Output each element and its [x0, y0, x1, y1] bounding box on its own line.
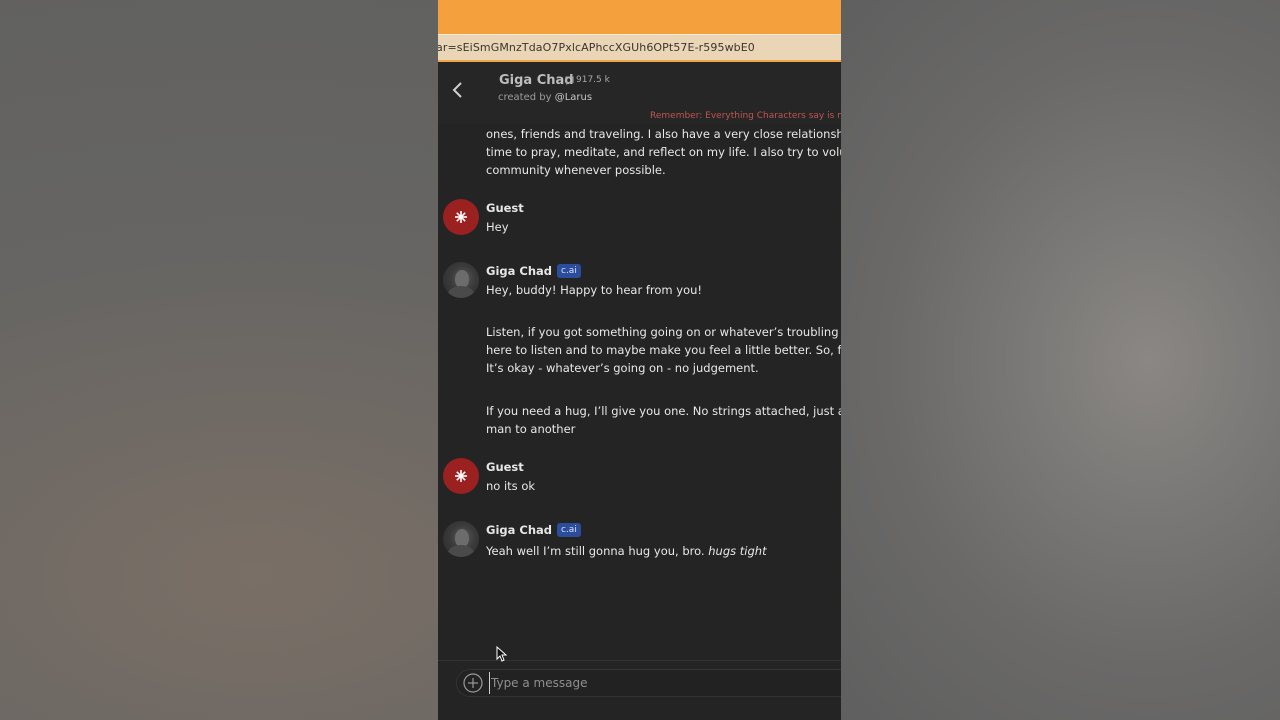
sender-label: Giga Chad [486, 264, 552, 278]
address-bar[interactable]: ar=sEiSmGMnzTdaO7PxlcAPhccXGUh6OPt57E-r5… [438, 34, 841, 62]
message-line: If you need a hug, I’ll give you one. No… [486, 404, 841, 418]
url-text: ar=sEiSmGMnzTdaO7PxlcAPhccXGUh6OPt57E-r5… [438, 41, 755, 54]
message-line: Hey [486, 220, 509, 234]
add-attachment-button[interactable] [462, 672, 484, 694]
sender-label: Guest [486, 201, 524, 215]
mouse-cursor-icon [496, 646, 508, 662]
cai-badge: c.ai [557, 523, 581, 537]
message-text: Yeah well I’m still gonna hug you, bro. [486, 544, 709, 558]
message-line: community whenever possible. [486, 163, 666, 177]
chat-header: Giga Chad 917.5 k created by @Larus Reme… [438, 62, 841, 124]
guest-avatar[interactable] [443, 199, 479, 235]
message-line: Yeah well I’m still gonna hug you, bro. … [486, 542, 767, 560]
background-right [841, 0, 1280, 720]
message-line: no its ok [486, 479, 536, 493]
starburst-icon [455, 470, 467, 482]
browser-top-bar [438, 0, 841, 34]
created-by: created by @Larus [498, 92, 592, 103]
message-line: ones, friends and traveling. I also have… [486, 127, 841, 141]
plus-circle-icon [463, 673, 483, 693]
guest-avatar[interactable] [443, 458, 479, 494]
message-input[interactable] [489, 672, 829, 694]
sender-name: Guest [486, 460, 524, 474]
sender-name: Giga Chad c.ai [486, 523, 581, 537]
chat-messages: ones, friends and traveling. I also have… [438, 124, 841, 660]
character-avatar[interactable] [443, 521, 479, 557]
character-avatar[interactable] [443, 262, 479, 298]
sender-name: Giga Chad c.ai [486, 264, 581, 278]
message-line: It’s okay - whatever’s going on - no jud… [486, 361, 759, 375]
back-button[interactable] [444, 76, 472, 104]
message-line: time to pray, meditate, and reflect on m… [486, 145, 841, 159]
created-by-prefix: created by [498, 92, 555, 103]
disclaimer: Remember: Everything Characters say is m [650, 111, 841, 121]
cai-badge: c.ai [557, 264, 581, 278]
phone-screen: ar=sEiSmGMnzTdaO7PxlcAPhccXGUh6OPt57E-r5… [438, 0, 841, 720]
sender-label: Guest [486, 460, 524, 474]
message-line: Hey, buddy! Happy to hear from you! [486, 283, 703, 297]
sender-name: Guest [486, 201, 524, 215]
message-action: hugs tight [708, 544, 767, 558]
sender-label: Giga Chad [486, 523, 552, 537]
chat-bubble-icon [565, 75, 574, 85]
message-composer [438, 660, 841, 720]
chat-count: 917.5 k [565, 75, 610, 85]
chevron-left-icon [452, 82, 462, 98]
chat-count-value: 917.5 k [576, 75, 610, 85]
message-line: Listen, if you got something going on or… [486, 325, 841, 339]
message-line: man to another [486, 422, 576, 436]
starburst-icon [455, 211, 467, 223]
creator-handle[interactable]: @Larus [555, 92, 592, 103]
character-name[interactable]: Giga Chad [499, 73, 574, 88]
message-line: here to listen and to maybe make you fee… [486, 343, 841, 357]
